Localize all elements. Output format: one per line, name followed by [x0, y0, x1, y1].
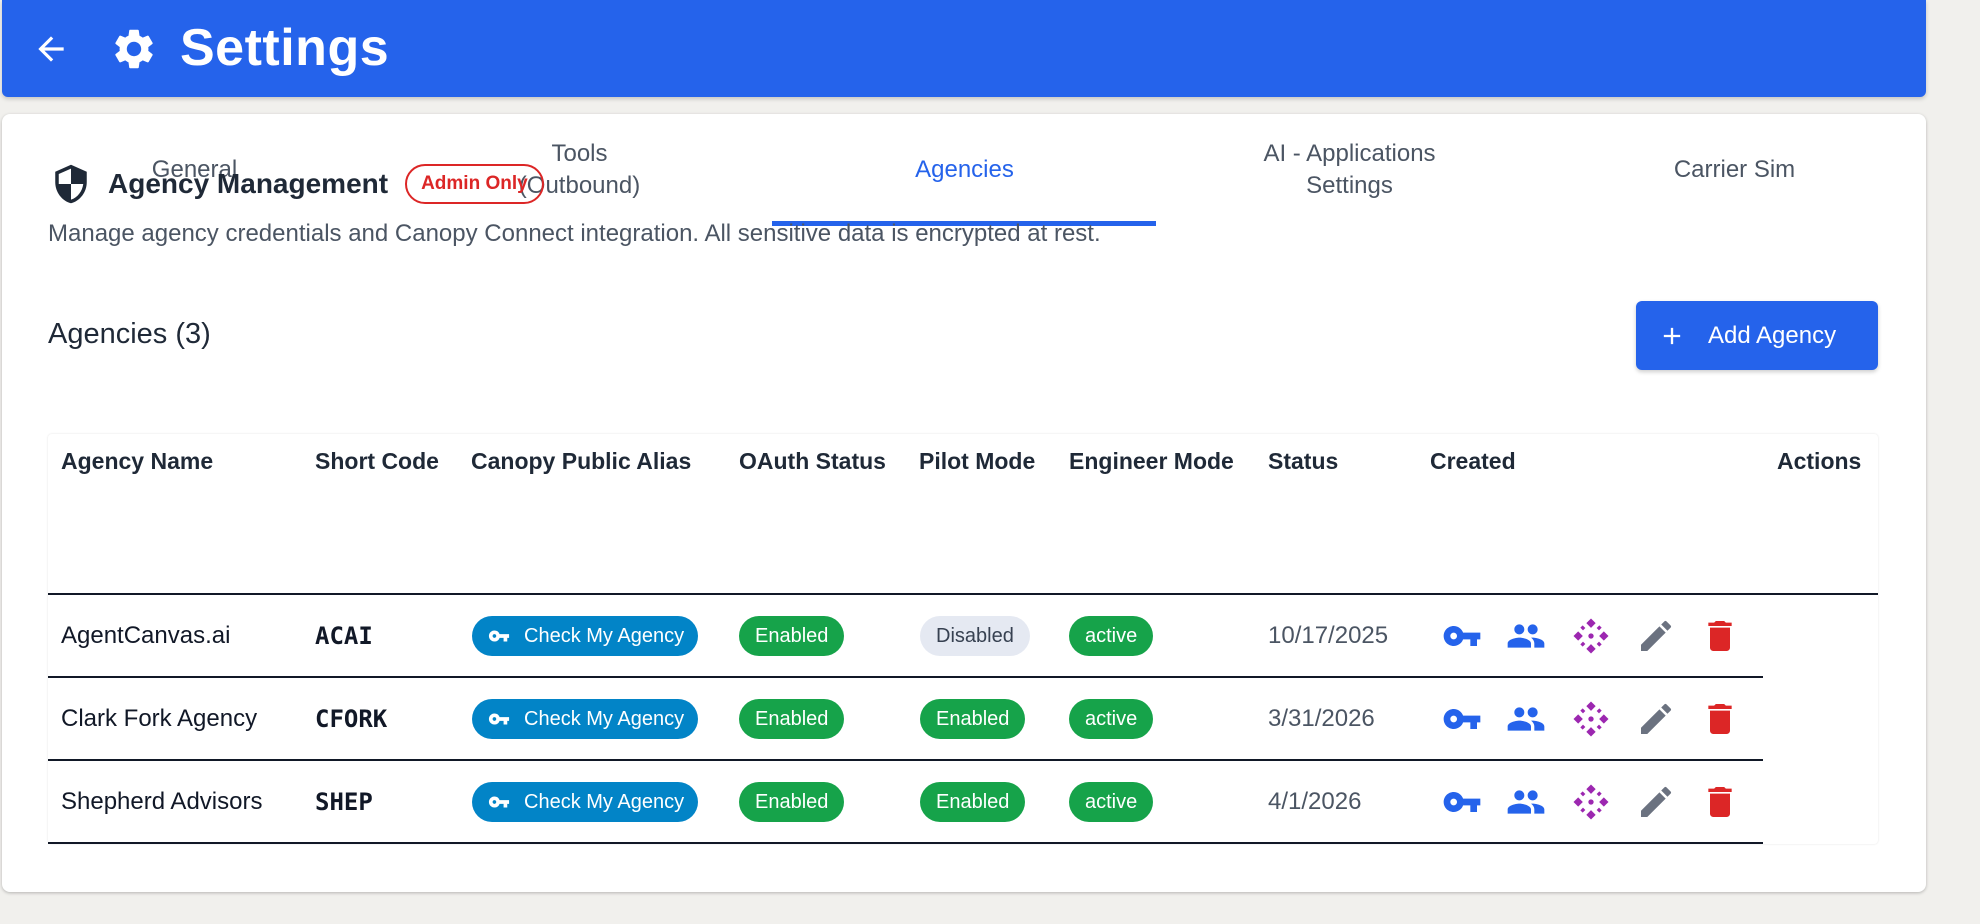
people-icon — [1507, 790, 1545, 814]
key-icon — [488, 713, 510, 725]
trash-icon — [1708, 621, 1732, 651]
tab-ai-applications-settings[interactable]: AI - Applications Settings — [1157, 114, 1542, 226]
short-code: CFORK — [315, 705, 388, 733]
integration-button[interactable] — [1569, 697, 1613, 741]
alias-label: Check My Agency — [524, 707, 685, 730]
agency-name: AgentCanvas.ai — [61, 622, 231, 649]
back-button[interactable] — [32, 30, 70, 68]
column-header[interactable]: Pilot Mode — [919, 440, 1035, 482]
delete-button[interactable] — [1698, 780, 1742, 824]
section-header: Agency Management Admin Only — [50, 160, 544, 208]
table-row: AgentCanvas.ai ACAI Check My Agency Enab… — [48, 595, 1763, 677]
users-button[interactable] — [1504, 614, 1548, 658]
add-agency-button[interactable]: Add Agency — [1636, 301, 1878, 370]
users-button[interactable] — [1504, 697, 1548, 741]
add-agency-label: Add Agency — [1708, 321, 1837, 349]
credentials-button[interactable] — [1440, 697, 1484, 741]
column-header[interactable]: Short Code — [315, 440, 439, 482]
section-title: Agency Management — [108, 168, 389, 199]
canopy-alias-chip[interactable]: Check My Agency — [472, 782, 699, 822]
row-divider — [48, 842, 1763, 844]
column-header[interactable]: Actions — [1777, 440, 1861, 482]
oauth-status-badge: Enabled — [739, 782, 845, 822]
users-button[interactable] — [1504, 780, 1548, 824]
pilot-mode-badge[interactable]: Enabled — [920, 699, 1026, 739]
trash-icon — [1708, 704, 1732, 734]
integration-icon — [1573, 701, 1609, 737]
edit-button[interactable] — [1634, 697, 1678, 741]
column-header[interactable]: OAuth Status — [739, 440, 886, 482]
oauth-status-badge: Enabled — [739, 616, 845, 656]
pilot-mode-badge[interactable]: Enabled — [920, 782, 1026, 822]
people-icon — [1507, 707, 1545, 731]
agency-name: Clark Fork Agency — [61, 705, 258, 732]
key-icon — [1443, 792, 1481, 812]
pencil-icon — [1641, 620, 1672, 651]
tab-label: Agencies — [915, 156, 1014, 183]
people-icon — [1507, 624, 1545, 648]
key-icon — [1443, 626, 1481, 646]
column-header[interactable]: Agency Name — [61, 440, 213, 482]
created-date: 3/31/2026 — [1268, 705, 1375, 732]
admin-only-badge: Admin Only — [405, 164, 544, 204]
integration-icon — [1573, 784, 1609, 820]
column-header[interactable]: Engineer Mode — [1069, 440, 1234, 482]
oauth-status-badge: Enabled — [739, 699, 845, 739]
credentials-button[interactable] — [1440, 614, 1484, 658]
engineer-mode-badge: active — [1069, 782, 1154, 822]
agencies-count: Agencies (3) — [48, 318, 211, 350]
gear-icon — [110, 25, 158, 73]
tab-label: Carrier Sim — [1673, 156, 1796, 183]
delete-button[interactable] — [1698, 697, 1742, 741]
column-header[interactable]: Created — [1430, 440, 1516, 482]
pilot-mode-badge[interactable]: Disabled — [920, 616, 1030, 656]
tab-agencies[interactable]: Agencies — [772, 114, 1157, 226]
section-description: Manage agency credentials and Canopy Con… — [48, 220, 1101, 247]
edit-button[interactable] — [1634, 780, 1678, 824]
short-code: ACAI — [315, 622, 373, 650]
edit-button[interactable] — [1634, 614, 1678, 658]
key-icon — [488, 796, 510, 808]
trash-icon — [1708, 787, 1732, 817]
table-row: Clark Fork Agency CFORK Check My Agency … — [48, 678, 1763, 760]
canopy-alias-chip[interactable]: Check My Agency — [472, 699, 699, 739]
key-icon — [488, 630, 510, 642]
integration-button[interactable] — [1569, 780, 1613, 824]
created-date: 4/1/2026 — [1268, 788, 1362, 815]
page-title: Settings — [180, 19, 390, 77]
tab-label: AI - Applications Settings — [1263, 140, 1436, 199]
engineer-mode-badge: active — [1069, 699, 1154, 739]
short-code: SHEP — [315, 788, 373, 816]
delete-button[interactable] — [1698, 614, 1742, 658]
created-date: 10/17/2025 — [1268, 622, 1389, 649]
column-header[interactable]: Canopy Public Alias — [471, 440, 691, 482]
credentials-button[interactable] — [1440, 780, 1484, 824]
alias-label: Check My Agency — [524, 624, 685, 647]
app-bar: Settings — [2, 0, 1926, 97]
integration-button[interactable] — [1569, 614, 1613, 658]
integration-icon — [1573, 618, 1609, 654]
alias-label: Check My Agency — [524, 790, 685, 813]
shield-icon — [55, 164, 87, 204]
table-row: Shepherd Advisors SHEP Check My Agency E… — [48, 761, 1763, 843]
agency-name: Shepherd Advisors — [61, 788, 263, 815]
pencil-icon — [1641, 786, 1672, 817]
back-arrow-icon — [38, 36, 64, 62]
plus-icon — [1663, 327, 1681, 344]
pencil-icon — [1641, 703, 1672, 734]
key-icon — [1443, 709, 1481, 729]
engineer-mode-badge: active — [1069, 616, 1154, 656]
column-header[interactable]: Status — [1268, 440, 1338, 482]
tab-carrier-sim[interactable]: Carrier Sim — [1542, 114, 1927, 226]
canopy-alias-chip[interactable]: Check My Agency — [472, 616, 699, 656]
